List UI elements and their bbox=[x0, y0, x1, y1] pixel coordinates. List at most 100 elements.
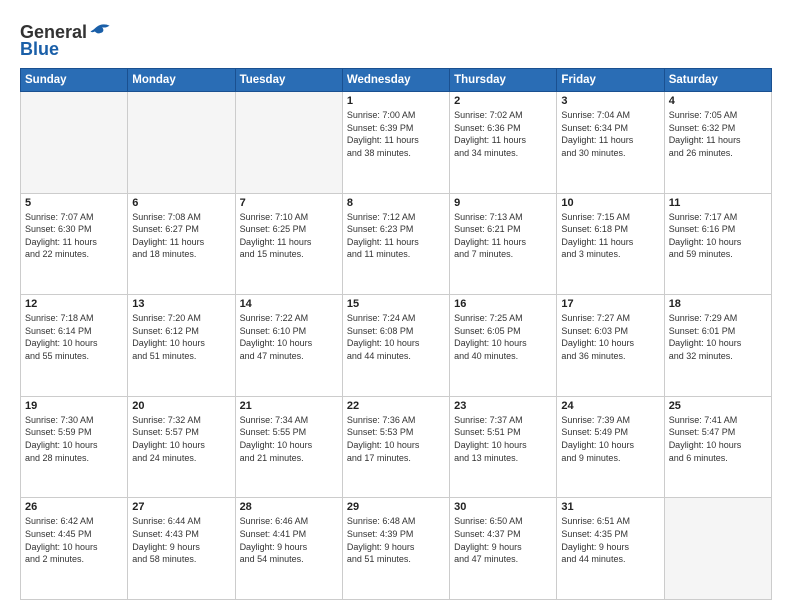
calendar-cell: 30 Sunrise: 6:50 AM Sunset: 4:37 PM Dayli… bbox=[450, 498, 557, 600]
day-info: Sunrise: 7:39 AM Sunset: 5:49 PM Dayligh… bbox=[561, 414, 659, 464]
day-number: 20 bbox=[132, 400, 230, 412]
calendar-cell: 2 Sunrise: 7:02 AM Sunset: 6:36 PM Daylig… bbox=[450, 92, 557, 194]
calendar-cell: 20 Sunrise: 7:32 AM Sunset: 5:57 PM Dayli… bbox=[128, 396, 235, 498]
day-info: Sunrise: 7:17 AM Sunset: 6:16 PM Dayligh… bbox=[669, 211, 767, 261]
day-number: 9 bbox=[454, 197, 552, 209]
day-number: 31 bbox=[561, 501, 659, 513]
day-info: Sunrise: 7:02 AM Sunset: 6:36 PM Dayligh… bbox=[454, 109, 552, 159]
calendar-cell: 10 Sunrise: 7:15 AM Sunset: 6:18 PM Dayli… bbox=[557, 193, 664, 295]
week-row-4: 19Sunrise: 7:30 AM Sunset: 5:59 PM Dayli… bbox=[21, 396, 772, 498]
calendar-cell: 29Sunrise: 6:48 AM Sunset: 4:39 PM Dayli… bbox=[342, 498, 449, 600]
day-number: 17 bbox=[561, 298, 659, 310]
day-info: Sunrise: 7:08 AM Sunset: 6:27 PM Dayligh… bbox=[132, 211, 230, 261]
day-info: Sunrise: 7:36 AM Sunset: 5:53 PM Dayligh… bbox=[347, 414, 445, 464]
day-number: 30 bbox=[454, 501, 552, 513]
day-info: Sunrise: 6:44 AM Sunset: 4:43 PM Dayligh… bbox=[132, 515, 230, 565]
day-info: Sunrise: 7:32 AM Sunset: 5:57 PM Dayligh… bbox=[132, 414, 230, 464]
day-number: 12 bbox=[25, 298, 123, 310]
logo: General Blue bbox=[20, 22, 111, 60]
header: General Blue bbox=[20, 18, 772, 60]
day-info: Sunrise: 7:29 AM Sunset: 6:01 PM Dayligh… bbox=[669, 312, 767, 362]
day-number: 21 bbox=[240, 400, 338, 412]
calendar-cell: 16Sunrise: 7:25 AM Sunset: 6:05 PM Dayli… bbox=[450, 295, 557, 397]
calendar-cell: 24 Sunrise: 7:39 AM Sunset: 5:49 PM Dayli… bbox=[557, 396, 664, 498]
day-info: Sunrise: 7:20 AM Sunset: 6:12 PM Dayligh… bbox=[132, 312, 230, 362]
day-number: 8 bbox=[347, 197, 445, 209]
day-number: 25 bbox=[669, 400, 767, 412]
day-number: 15 bbox=[347, 298, 445, 310]
day-info: Sunrise: 6:46 AM Sunset: 4:41 PM Dayligh… bbox=[240, 515, 338, 565]
calendar-cell: 9 Sunrise: 7:13 AM Sunset: 6:21 PM Daylig… bbox=[450, 193, 557, 295]
day-info: Sunrise: 7:10 AM Sunset: 6:25 PM Dayligh… bbox=[240, 211, 338, 261]
day-info: Sunrise: 7:37 AM Sunset: 5:51 PM Dayligh… bbox=[454, 414, 552, 464]
weekday-header-friday: Friday bbox=[557, 69, 664, 92]
day-info: Sunrise: 7:18 AM Sunset: 6:14 PM Dayligh… bbox=[25, 312, 123, 362]
day-info: Sunrise: 7:22 AM Sunset: 6:10 PM Dayligh… bbox=[240, 312, 338, 362]
weekday-header-sunday: Sunday bbox=[21, 69, 128, 92]
weekday-header-thursday: Thursday bbox=[450, 69, 557, 92]
day-info: Sunrise: 6:50 AM Sunset: 4:37 PM Dayligh… bbox=[454, 515, 552, 565]
day-number: 24 bbox=[561, 400, 659, 412]
week-row-2: 5Sunrise: 7:07 AM Sunset: 6:30 PM Daylig… bbox=[21, 193, 772, 295]
day-number: 5 bbox=[25, 197, 123, 209]
calendar-cell: 8Sunrise: 7:12 AM Sunset: 6:23 PM Daylig… bbox=[342, 193, 449, 295]
day-number: 13 bbox=[132, 298, 230, 310]
calendar-cell: 19Sunrise: 7:30 AM Sunset: 5:59 PM Dayli… bbox=[21, 396, 128, 498]
day-info: Sunrise: 7:30 AM Sunset: 5:59 PM Dayligh… bbox=[25, 414, 123, 464]
day-info: Sunrise: 7:34 AM Sunset: 5:55 PM Dayligh… bbox=[240, 414, 338, 464]
day-info: Sunrise: 7:41 AM Sunset: 5:47 PM Dayligh… bbox=[669, 414, 767, 464]
day-number: 3 bbox=[561, 95, 659, 107]
week-row-1: 1Sunrise: 7:00 AM Sunset: 6:39 PM Daylig… bbox=[21, 92, 772, 194]
weekday-header-monday: Monday bbox=[128, 69, 235, 92]
calendar-cell: 6 Sunrise: 7:08 AM Sunset: 6:27 PM Daylig… bbox=[128, 193, 235, 295]
calendar-cell: 15 Sunrise: 7:24 AM Sunset: 6:08 PM Dayli… bbox=[342, 295, 449, 397]
calendar-cell bbox=[235, 92, 342, 194]
calendar-cell: 1Sunrise: 7:00 AM Sunset: 6:39 PM Daylig… bbox=[342, 92, 449, 194]
calendar-cell: 21 Sunrise: 7:34 AM Sunset: 5:55 PM Dayli… bbox=[235, 396, 342, 498]
day-info: Sunrise: 7:05 AM Sunset: 6:32 PM Dayligh… bbox=[669, 109, 767, 159]
calendar-cell: 12 Sunrise: 7:18 AM Sunset: 6:14 PM Dayli… bbox=[21, 295, 128, 397]
calendar-cell bbox=[664, 498, 771, 600]
day-number: 18 bbox=[669, 298, 767, 310]
weekday-header-row: SundayMondayTuesdayWednesdayThursdayFrid… bbox=[21, 69, 772, 92]
day-info: Sunrise: 7:27 AM Sunset: 6:03 PM Dayligh… bbox=[561, 312, 659, 362]
day-info: Sunrise: 6:51 AM Sunset: 4:35 PM Dayligh… bbox=[561, 515, 659, 565]
week-row-3: 12 Sunrise: 7:18 AM Sunset: 6:14 PM Dayli… bbox=[21, 295, 772, 397]
day-number: 27 bbox=[132, 501, 230, 513]
weekday-header-saturday: Saturday bbox=[664, 69, 771, 92]
calendar-cell: 17 Sunrise: 7:27 AM Sunset: 6:03 PM Dayli… bbox=[557, 295, 664, 397]
day-number: 6 bbox=[132, 197, 230, 209]
calendar-cell: 13 Sunrise: 7:20 AM Sunset: 6:12 PM Dayli… bbox=[128, 295, 235, 397]
calendar-cell: 28 Sunrise: 6:46 AM Sunset: 4:41 PM Dayli… bbox=[235, 498, 342, 600]
day-number: 28 bbox=[240, 501, 338, 513]
calendar-cell: 22Sunrise: 7:36 AM Sunset: 5:53 PM Dayli… bbox=[342, 396, 449, 498]
calendar-cell: 14 Sunrise: 7:22 AM Sunset: 6:10 PM Dayli… bbox=[235, 295, 342, 397]
day-number: 26 bbox=[25, 501, 123, 513]
day-number: 4 bbox=[669, 95, 767, 107]
day-info: Sunrise: 7:25 AM Sunset: 6:05 PM Dayligh… bbox=[454, 312, 552, 362]
day-number: 10 bbox=[561, 197, 659, 209]
day-number: 2 bbox=[454, 95, 552, 107]
day-info: Sunrise: 7:24 AM Sunset: 6:08 PM Dayligh… bbox=[347, 312, 445, 362]
day-info: Sunrise: 7:00 AM Sunset: 6:39 PM Dayligh… bbox=[347, 109, 445, 159]
calendar-cell: 5Sunrise: 7:07 AM Sunset: 6:30 PM Daylig… bbox=[21, 193, 128, 295]
calendar-cell: 3Sunrise: 7:04 AM Sunset: 6:34 PM Daylig… bbox=[557, 92, 664, 194]
week-row-5: 26 Sunrise: 6:42 AM Sunset: 4:45 PM Dayli… bbox=[21, 498, 772, 600]
day-info: Sunrise: 7:15 AM Sunset: 6:18 PM Dayligh… bbox=[561, 211, 659, 261]
calendar-cell: 7 Sunrise: 7:10 AM Sunset: 6:25 PM Daylig… bbox=[235, 193, 342, 295]
calendar-cell: 23 Sunrise: 7:37 AM Sunset: 5:51 PM Dayli… bbox=[450, 396, 557, 498]
logo-bird-icon bbox=[89, 19, 111, 41]
day-info: Sunrise: 6:42 AM Sunset: 4:45 PM Dayligh… bbox=[25, 515, 123, 565]
day-number: 14 bbox=[240, 298, 338, 310]
day-number: 29 bbox=[347, 501, 445, 513]
day-number: 23 bbox=[454, 400, 552, 412]
calendar-cell: 25 Sunrise: 7:41 AM Sunset: 5:47 PM Dayli… bbox=[664, 396, 771, 498]
day-info: Sunrise: 7:13 AM Sunset: 6:21 PM Dayligh… bbox=[454, 211, 552, 261]
weekday-header-wednesday: Wednesday bbox=[342, 69, 449, 92]
calendar-cell: 26 Sunrise: 6:42 AM Sunset: 4:45 PM Dayli… bbox=[21, 498, 128, 600]
weekday-header-tuesday: Tuesday bbox=[235, 69, 342, 92]
calendar-cell: 4 Sunrise: 7:05 AM Sunset: 6:32 PM Daylig… bbox=[664, 92, 771, 194]
day-number: 7 bbox=[240, 197, 338, 209]
calendar-cell: 11Sunrise: 7:17 AM Sunset: 6:16 PM Dayli… bbox=[664, 193, 771, 295]
calendar-cell bbox=[128, 92, 235, 194]
